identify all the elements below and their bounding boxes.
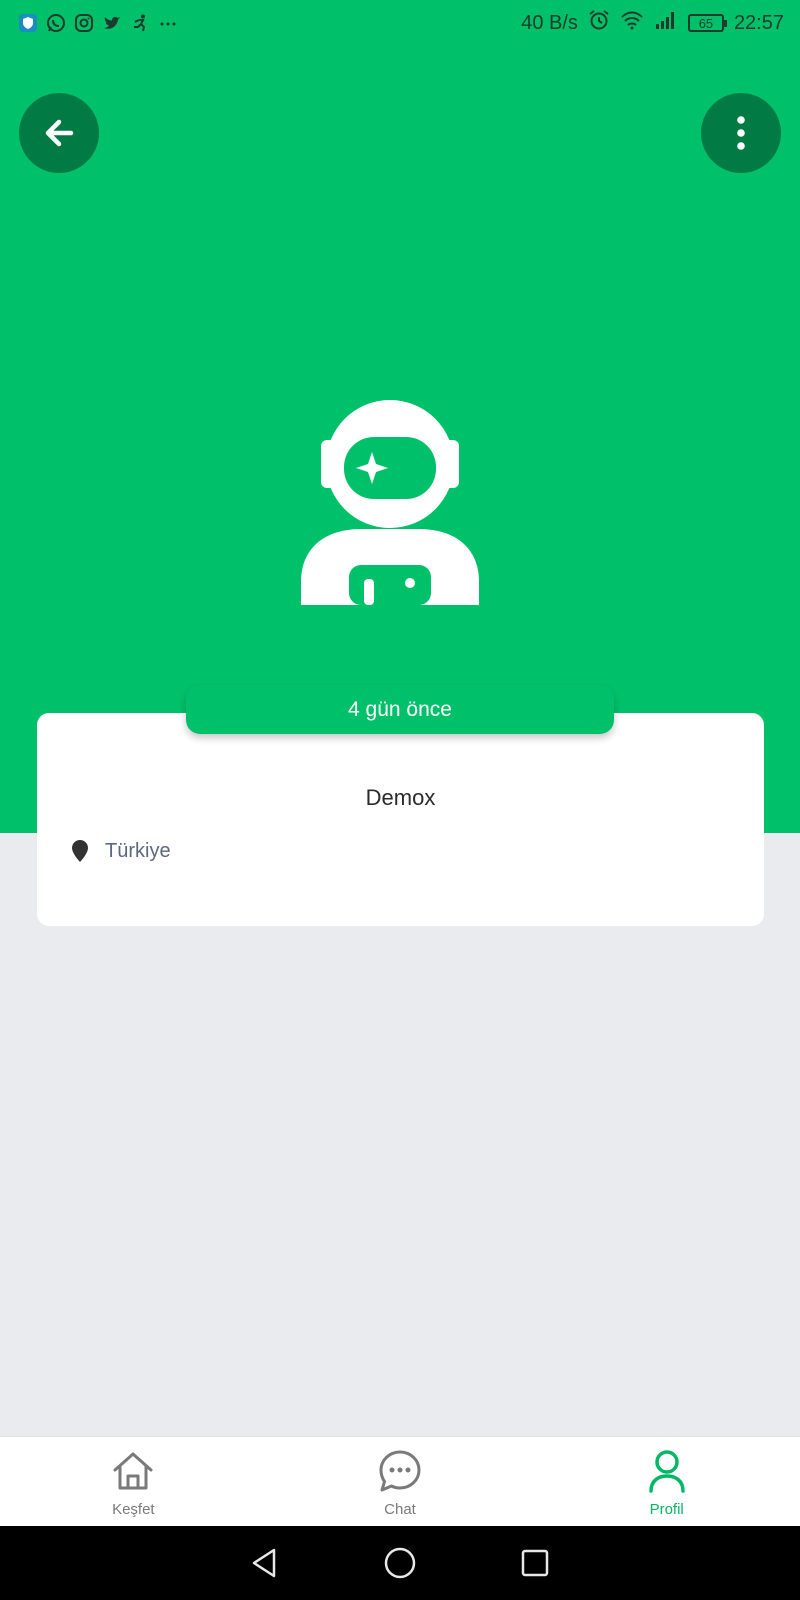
shield-app-icon bbox=[18, 13, 38, 33]
circle-home-icon bbox=[384, 1547, 416, 1579]
network-speed: 40 B/s bbox=[521, 11, 578, 34]
location-text: Türkiye bbox=[105, 839, 171, 862]
nav-item-kesfet[interactable]: Keşfet bbox=[0, 1437, 267, 1526]
system-back-button[interactable] bbox=[245, 1543, 285, 1583]
location-pin-icon bbox=[72, 840, 88, 862]
nav-label-profil: Profil bbox=[649, 1501, 684, 1518]
chat-bubble-icon bbox=[379, 1450, 421, 1492]
alarm-icon bbox=[588, 9, 610, 37]
system-recents-button[interactable] bbox=[515, 1543, 555, 1583]
system-navigation-bar bbox=[0, 1526, 800, 1600]
last-seen-badge: 4 gün önce bbox=[186, 685, 614, 734]
triangle-back-icon bbox=[252, 1548, 276, 1578]
battery-level: 65 bbox=[698, 15, 714, 31]
user-icon bbox=[648, 1450, 685, 1493]
nav-item-profil[interactable]: Profil bbox=[533, 1437, 800, 1526]
clock: 22:57 bbox=[733, 11, 784, 34]
signal-icon bbox=[654, 10, 678, 36]
more-notifications-icon bbox=[158, 13, 178, 33]
home-icon bbox=[113, 1452, 153, 1490]
arrow-left-icon bbox=[45, 119, 74, 147]
profile-card: Demox Türkiye bbox=[37, 713, 764, 926]
whatsapp-icon bbox=[46, 13, 66, 33]
status-bar: 40 B/s 65 22:57 bbox=[0, 0, 800, 46]
instagram-icon bbox=[74, 13, 94, 33]
bottom-navigation: Keşfet Chat Profil bbox=[0, 1436, 800, 1526]
battery-icon: 65 bbox=[687, 14, 727, 32]
profile-name: Demox bbox=[365, 785, 436, 810]
running-icon bbox=[130, 13, 150, 33]
nav-label-chat: Chat bbox=[384, 1501, 416, 1518]
nav-label-kesfet: Keşfet bbox=[112, 1501, 155, 1518]
vertical-dots-icon bbox=[737, 116, 745, 150]
wifi-icon bbox=[620, 10, 644, 36]
notification-icons bbox=[18, 13, 178, 33]
system-home-button[interactable] bbox=[380, 1543, 420, 1583]
twitter-icon bbox=[102, 13, 122, 33]
more-options-button[interactable] bbox=[701, 93, 781, 173]
profile-location: Türkiye bbox=[71, 839, 171, 863]
square-recents-icon bbox=[521, 1549, 549, 1577]
back-button[interactable] bbox=[19, 93, 99, 173]
nav-item-chat[interactable]: Chat bbox=[267, 1437, 534, 1526]
astronaut-icon bbox=[301, 400, 479, 605]
system-indicators: 40 B/s 65 22:57 bbox=[521, 9, 784, 37]
